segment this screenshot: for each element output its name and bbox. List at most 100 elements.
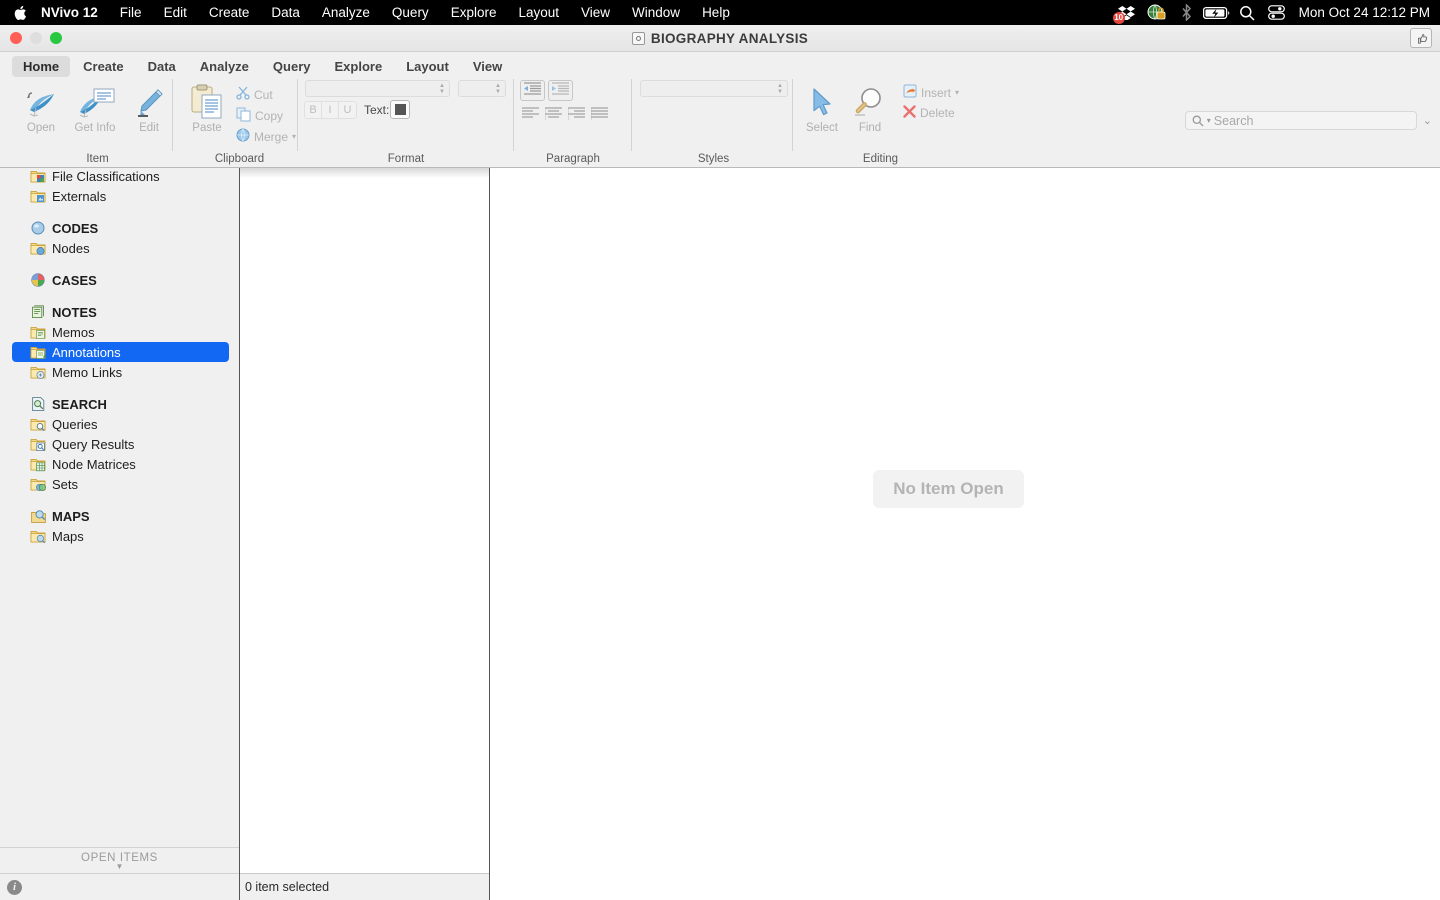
menu-item-query[interactable]: Query (381, 0, 440, 25)
align-right-button[interactable] (566, 107, 587, 121)
scissors-icon (236, 86, 250, 103)
menu-item-explore[interactable]: Explore (440, 0, 508, 25)
sidebar-item-label: Nodes (52, 240, 90, 256)
sidebar-item-cases[interactable]: CASES (0, 270, 239, 290)
edit-button[interactable]: Edit (120, 80, 178, 134)
item-list-panel[interactable]: 0 item selected (239, 168, 490, 900)
delete-button[interactable]: Delete (903, 105, 955, 121)
merge-icon (236, 128, 250, 145)
sidebar-item-file-classifications[interactable]: File Classifications (0, 168, 239, 186)
maps-folder-icon (30, 528, 46, 544)
sidebar-item-label: Queries (52, 416, 98, 432)
sidebar-item-label: MAPS (52, 508, 90, 524)
align-left-button[interactable] (520, 107, 541, 121)
sidebar-item-maps[interactable]: MAPS (0, 506, 239, 526)
spotlight-search-icon[interactable] (1232, 0, 1262, 25)
ribbon-tab-query[interactable]: Query (262, 56, 322, 77)
ribbon-tab-home[interactable]: Home (12, 56, 71, 77)
align-center-button[interactable] (543, 107, 564, 121)
increase-indent-icon (552, 81, 569, 100)
menu-item-file[interactable]: File (109, 0, 153, 25)
sidebar-item-search[interactable]: SEARCH (0, 394, 239, 414)
sidebar-item-maps[interactable]: Maps (0, 526, 239, 546)
text-color-button[interactable] (390, 100, 410, 119)
font-family-select[interactable]: ▲ ▼ (305, 80, 450, 97)
menu-item-analyze[interactable]: Analyze (311, 0, 381, 25)
decrease-indent-button[interactable] (520, 80, 545, 101)
menu-item-view[interactable]: View (570, 0, 621, 25)
menu-app-name[interactable]: NVivo 12 (37, 0, 109, 25)
get-info-button[interactable]: Get Info (66, 80, 124, 134)
open-item-icon (12, 80, 70, 120)
find-button[interactable]: Find (841, 80, 899, 134)
ribbon-group-paragraph: Paragraph (514, 76, 632, 168)
sets-folder-icon (30, 476, 46, 492)
italic-button[interactable]: I (322, 102, 339, 118)
styles-select[interactable]: ▲ ▼ (640, 80, 788, 97)
ribbon-tab-create[interactable]: Create (72, 56, 134, 77)
font-size-select[interactable]: ▲ ▼ (458, 80, 506, 97)
sidebar-item-query-results[interactable]: Query Results (0, 434, 239, 454)
cases-pie-icon (30, 272, 46, 288)
menu-item-data[interactable]: Data (260, 0, 311, 25)
insert-chevron-down-icon[interactable]: ▾ (955, 88, 959, 97)
sidebar-item-label: Query Results (52, 436, 135, 452)
ribbon-group-editing-label: Editing (862, 153, 899, 165)
cut-button[interactable]: Cut (236, 86, 273, 103)
sidebar-item-annotations[interactable]: Annotations (12, 342, 229, 362)
underline-button[interactable]: U (339, 102, 356, 118)
open-button[interactable]: Open (12, 80, 70, 134)
paste-button[interactable]: Paste (178, 80, 236, 134)
navigation-list: File Classifications Externals CODES Nodes C… (0, 168, 239, 546)
open-items-section[interactable]: OPEN ITEMS ▼ (0, 847, 239, 873)
sidebar-item-node-matrices[interactable]: Node Matrices (0, 454, 239, 474)
sidebar-item-nodes[interactable]: Nodes (0, 238, 239, 258)
sidebar-item-externals[interactable]: Externals (0, 186, 239, 206)
text-color-label: Text: (364, 103, 390, 117)
sidebar-item-label: Annotations (52, 344, 121, 360)
ribbon-tab-explore[interactable]: Explore (324, 56, 394, 77)
sidebar-item-sets[interactable]: Sets (0, 474, 239, 494)
menu-item-create[interactable]: Create (198, 0, 261, 25)
navigation-sidebar[interactable]: File Classifications Externals CODES Nodes C… (0, 168, 239, 900)
dropbox-icon[interactable]: 10 (1112, 0, 1142, 25)
merge-chevron-down-icon[interactable]: ▾ (292, 132, 296, 141)
ribbon-tab-layout[interactable]: Layout (395, 56, 460, 77)
menu-bar-clock[interactable]: Mon Oct 24 12:12 PM (1299, 5, 1430, 20)
sidebar-item-codes[interactable]: CODES (0, 218, 239, 238)
menu-item-edit[interactable]: Edit (153, 0, 198, 25)
copy-button[interactable]: Copy (236, 107, 283, 125)
open-items-disclosure-icon[interactable]: ▼ (116, 862, 124, 870)
menu-item-layout[interactable]: Layout (507, 0, 570, 25)
vpn-lock-icon[interactable] (1142, 0, 1172, 25)
sidebar-item-memo-links[interactable]: Memo Links (0, 362, 239, 382)
node-matrices-folder-icon (30, 456, 46, 472)
ribbon-tab-view[interactable]: View (462, 56, 513, 77)
delete-button-label: Delete (920, 106, 955, 120)
ribbon-group-item: Open Get Info Edit Item (0, 76, 195, 168)
share-icon[interactable] (1410, 28, 1432, 48)
sidebar-item-queries[interactable]: Queries (0, 414, 239, 434)
window-title-bar: BIOGRAPHY ANALYSIS (0, 25, 1440, 52)
align-justify-button[interactable] (589, 107, 610, 121)
menu-item-help[interactable]: Help (691, 0, 741, 25)
info-icon[interactable]: i (7, 879, 22, 895)
control-center-icon[interactable] (1262, 0, 1292, 25)
insert-button[interactable]: Insert ▾ (903, 84, 959, 101)
menu-item-window[interactable]: Window (621, 0, 691, 25)
merge-button[interactable]: Merge ▾ (236, 128, 296, 145)
bold-button[interactable]: B (305, 102, 322, 118)
sidebar-item-notes[interactable]: NOTES (0, 302, 239, 322)
apple-icon[interactable] (11, 0, 29, 25)
ribbon-group-format-label: Format (387, 153, 425, 165)
sidebar-item-memos[interactable]: Memos (0, 322, 239, 342)
battery-charging-icon[interactable] (1202, 0, 1232, 25)
bluetooth-icon[interactable] (1172, 0, 1202, 25)
ribbon-tab-data[interactable]: Data (137, 56, 187, 77)
increase-indent-button[interactable] (548, 80, 573, 101)
sidebar-item-label: Externals (52, 188, 107, 204)
sidebar-item-label: Node Matrices (52, 456, 136, 472)
ribbon-tab-analyze[interactable]: Analyze (189, 56, 260, 77)
